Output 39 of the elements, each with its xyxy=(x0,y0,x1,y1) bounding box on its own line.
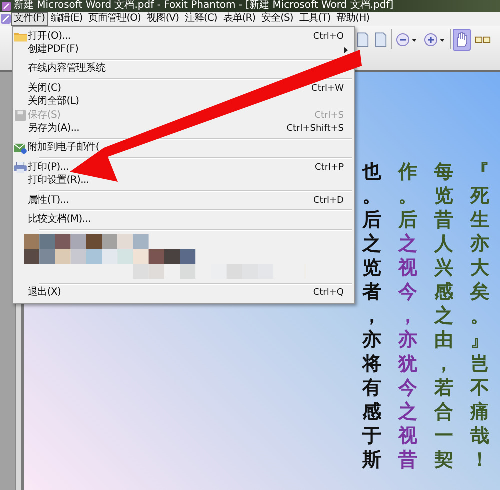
text-column: 每览昔人兴感之由，若合一契 xyxy=(432,160,456,472)
submenu-arrow-icon xyxy=(344,46,348,54)
app-menu-icon[interactable] xyxy=(1,14,11,24)
app-icon xyxy=(2,2,11,10)
menu-item[interactable]: 关闭全部(L) xyxy=(28,96,80,108)
menu-tab[interactable]: 页面管理(O) xyxy=(86,12,144,26)
menu-item[interactable]: 打开(O)... xyxy=(28,30,71,43)
text-column: 作。后 之视今，亦犹今之视昔 xyxy=(396,160,420,472)
hand-tool-button[interactable] xyxy=(453,29,471,51)
shortcut-text: Ctrl+S xyxy=(314,110,344,121)
menu-item[interactable]: 关闭(C) xyxy=(28,82,62,95)
menu-item[interactable]: 属性(T)... xyxy=(28,194,70,207)
menu-item[interactable]: 附加到电子邮件( xyxy=(28,142,100,154)
shortcut-text: Ctrl+W xyxy=(312,84,344,94)
menu-tab[interactable]: 帮助(H) xyxy=(334,12,372,26)
menu-item[interactable]: 创建PDF(F) xyxy=(28,44,79,56)
menu-tab[interactable]: 编辑(E) xyxy=(48,12,86,26)
menu-tab[interactable]: 注释(C) xyxy=(182,12,220,26)
glasses-icon xyxy=(475,34,491,46)
menu-item[interactable]: 在线内容管理系统 xyxy=(28,63,106,76)
menu-item[interactable]: 打印(P)... xyxy=(28,162,69,174)
shortcut-text: Ctrl+P xyxy=(315,162,344,173)
menu-tab[interactable]: 文件(F) xyxy=(11,12,48,26)
text-column: 也。后之览者，亦将有感于斯 xyxy=(360,160,384,472)
shortcut-text: Ctrl+Shift+S xyxy=(286,124,344,134)
folder-icon xyxy=(14,31,27,42)
menu-tab[interactable]: 工具(T) xyxy=(296,12,334,26)
menu-tab[interactable]: 视图(V) xyxy=(144,12,182,26)
envelope-icon xyxy=(14,142,27,154)
menu-item[interactable]: 退出(X) xyxy=(28,287,62,300)
menu-tab[interactable]: 表单(R) xyxy=(220,12,259,26)
menu-tab[interactable]: 安全(S) xyxy=(258,12,296,26)
menu-item[interactable]: 另存为(A)... xyxy=(28,123,80,136)
menu-item[interactable]: 打印设置(R)... xyxy=(28,175,90,188)
menu-item[interactable]: 比较文档(M)... xyxy=(28,214,91,226)
text-column: 『死生亦大矣。』岂不痛哉！ xyxy=(468,160,492,472)
shortcut-text: Ctrl+D xyxy=(314,196,344,206)
shortcut-text: Ctrl+O xyxy=(313,32,344,42)
shortcut-text: Ctrl+Q xyxy=(313,288,344,298)
